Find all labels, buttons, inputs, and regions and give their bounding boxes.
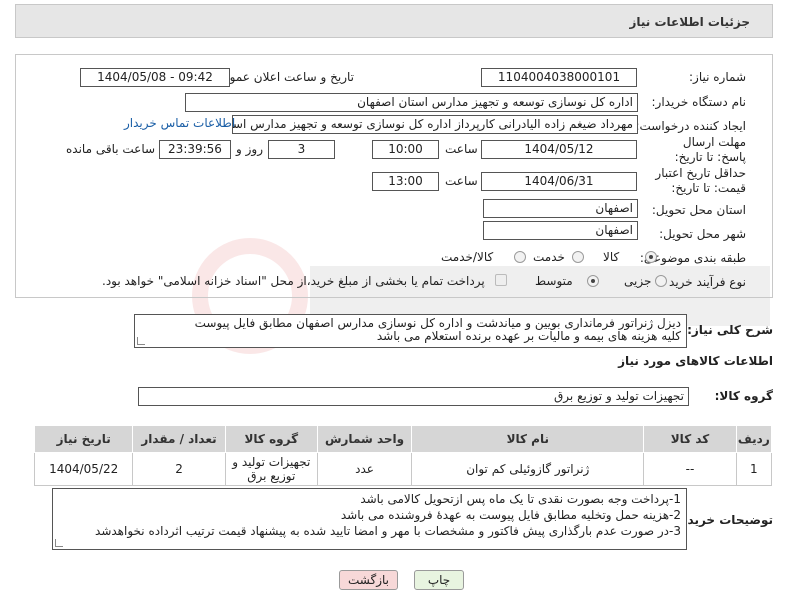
need-number-field[interactable]: 1104004038000101 bbox=[481, 68, 637, 87]
radio-medium[interactable] bbox=[587, 275, 599, 287]
col-qty: تعداد / مقدار bbox=[132, 425, 226, 453]
deadline-date-field[interactable]: 1404/05/12 bbox=[481, 140, 637, 159]
radio-minor[interactable] bbox=[655, 275, 667, 287]
radio-medium-label: متوسط bbox=[535, 274, 573, 288]
announce-field[interactable]: 1404/05/08 - 09:42 bbox=[80, 68, 230, 87]
print-button[interactable]: چاپ bbox=[414, 570, 464, 590]
validity-time-label: ساعت bbox=[445, 174, 478, 188]
validity-time-field[interactable]: 13:00 bbox=[372, 172, 439, 191]
col-date: تاریخ نیاز bbox=[33, 425, 134, 453]
deadline-time-label: ساعت bbox=[445, 142, 478, 156]
need-number-label: شماره نیاز: bbox=[689, 70, 746, 84]
announce-label: تاریخ و ساعت اعلان عمومی: bbox=[209, 70, 354, 84]
cell-row: 1 bbox=[735, 452, 773, 486]
resize-handle-icon[interactable] bbox=[137, 337, 145, 345]
notes-line-2: 2-هزینه حمل وتخلیه مطابق فایل پیوست به ع… bbox=[340, 508, 681, 522]
goods-group-field[interactable]: تجهیزات تولید و توزیع برق bbox=[138, 387, 689, 406]
table-row[interactable]: 1 -- ژنراتور گازوئیلی کم توان عدد تجهیزا… bbox=[33, 452, 773, 486]
process-label: نوع فرآیند خرید : bbox=[661, 275, 746, 289]
province-field[interactable]: اصفهان bbox=[483, 199, 638, 218]
city-field[interactable]: اصفهان bbox=[483, 221, 638, 240]
buyer-contact-link[interactable]: اطلاعات تماس خریدار bbox=[124, 116, 235, 130]
radio-goods-service-label: کالا/خدمت bbox=[441, 250, 494, 264]
description-textarea[interactable]: دیزل ژنراتور فرمانداری بویین و میاندشت و… bbox=[134, 314, 687, 348]
remaining-label: ساعت باقی مانده bbox=[66, 142, 156, 156]
validity-date-field[interactable]: 1404/06/31 bbox=[481, 172, 637, 191]
col-code: کد کالا bbox=[643, 425, 737, 453]
goods-section-title: اطلاعات کالاهای مورد نیاز bbox=[618, 354, 773, 368]
col-group: گروه کالا bbox=[224, 425, 318, 453]
radio-goods-service[interactable] bbox=[514, 251, 526, 263]
radio-minor-label: جزیی bbox=[624, 274, 652, 288]
province-label: استان محل تحویل: bbox=[651, 203, 746, 217]
radio-service-label: خدمت bbox=[533, 250, 565, 264]
buyer-field[interactable]: اداره کل نوسازی توسعه و تجهیز مدارس استا… bbox=[185, 93, 638, 112]
cell-unit: عدد bbox=[316, 452, 413, 486]
col-unit: واحد شمارش bbox=[316, 425, 413, 453]
header-panel: جزئیات اطلاعات نیاز bbox=[15, 4, 773, 38]
treasury-note: پرداخت تمام یا بخشی از مبلغ خرید،از محل … bbox=[102, 274, 485, 288]
goods-group-label: گروه کالا: bbox=[714, 389, 773, 403]
creator-label: ایجاد کننده درخواست: bbox=[635, 119, 746, 133]
validity-label: حداقل تاریخ اعتبار قیمت: تا تاریخ: bbox=[655, 166, 746, 195]
remaining-time-field[interactable]: 23:39:56 bbox=[159, 140, 231, 159]
deadline-days-field[interactable]: 3 bbox=[268, 140, 335, 159]
notes-line-3: 3-در صورت عدم بارگذاری پیش فاکتور و مشخص… bbox=[95, 524, 681, 538]
col-name: نام کالا bbox=[411, 425, 645, 453]
description-label: شرح کلی نیاز: bbox=[687, 323, 773, 337]
cell-qty: 2 bbox=[132, 452, 226, 486]
days-label: روز و bbox=[236, 142, 263, 156]
col-row: ردیف bbox=[735, 425, 773, 453]
page-title: جزئیات اطلاعات نیاز bbox=[629, 15, 750, 29]
notes-line-1: 1-پرداخت وجه بصورت نقدی تا یک ماه پس ازت… bbox=[360, 492, 681, 506]
buyer-label: نام دستگاه خریدار: bbox=[651, 95, 747, 109]
radio-goods[interactable] bbox=[645, 251, 657, 263]
deadline-time-field[interactable]: 10:00 bbox=[372, 140, 439, 159]
treasury-checkbox[interactable] bbox=[495, 274, 507, 286]
radio-goods-label: کالا bbox=[603, 250, 620, 264]
city-label: شهر محل تحویل: bbox=[659, 227, 746, 241]
creator-field[interactable]: مهرداد ضیغم زاده الیادرانی کارپرداز ادار… bbox=[232, 115, 638, 134]
cell-date: 1404/05/22 bbox=[33, 452, 134, 486]
back-button[interactable]: بازگشت bbox=[339, 570, 398, 590]
resize-handle-icon[interactable] bbox=[55, 539, 63, 547]
goods-table: ردیف کد کالا نام کالا واحد شمارش گروه کا… bbox=[33, 425, 773, 486]
radio-service[interactable] bbox=[572, 251, 584, 263]
cell-code: -- bbox=[643, 452, 737, 486]
description-line-2: کلیه هزینه های بیمه و مالیات بر عهده برن… bbox=[376, 329, 681, 343]
cell-name: ژنراتور گازوئیلی کم توان bbox=[411, 452, 645, 486]
buyer-notes-textarea[interactable]: 1-پرداخت وجه بصورت نقدی تا یک ماه پس ازت… bbox=[52, 488, 687, 550]
cell-group: تجهیزات تولید و توزیع برق bbox=[224, 452, 318, 486]
deadline-label: مهلت ارسال پاسخ: تا تاریخ: bbox=[674, 135, 746, 164]
